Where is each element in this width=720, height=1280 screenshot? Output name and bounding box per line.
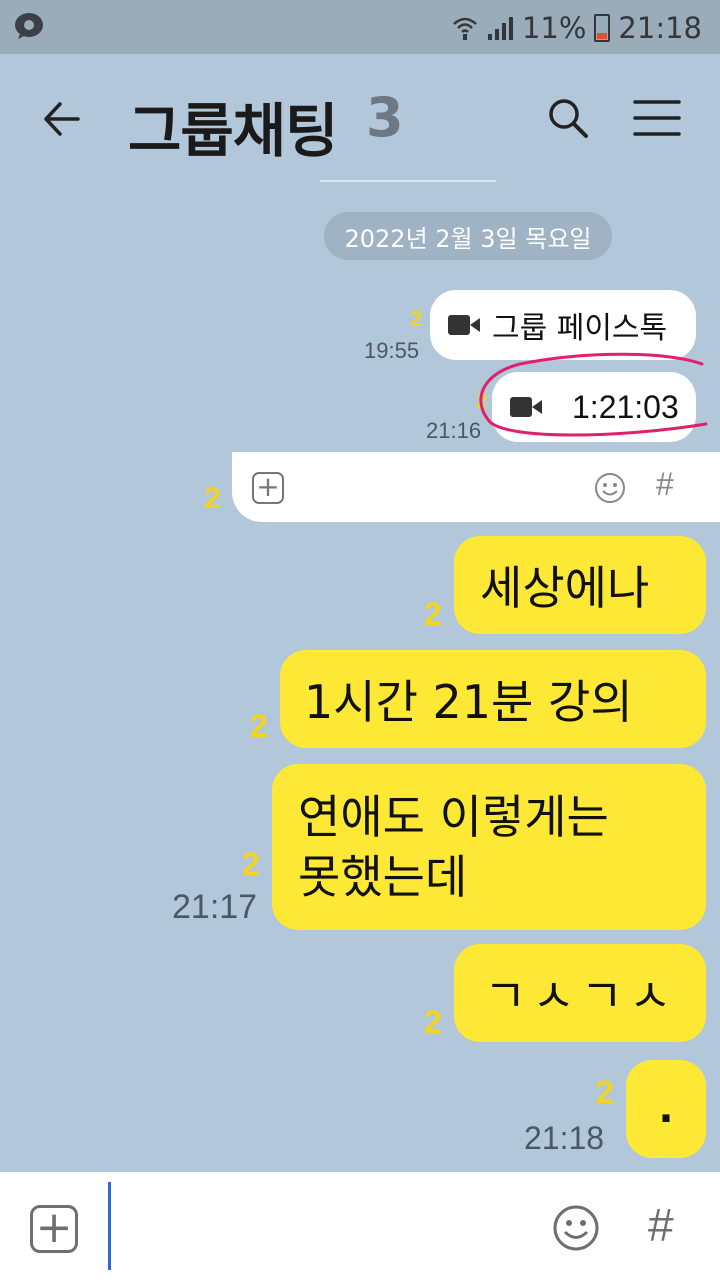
battery-icon — [594, 14, 611, 42]
message-bubble[interactable]: 1시간 21분 강의 — [280, 650, 706, 748]
member-count: 3 — [366, 86, 404, 149]
message-input-bar: + # — [0, 1172, 720, 1280]
red-circle-annotation — [479, 352, 708, 437]
message-text: ㄱㅅㄱㅅ — [484, 969, 678, 1023]
read-count: 2 — [242, 846, 260, 882]
status-time: 21:18 — [618, 11, 702, 45]
emoji-icon[interactable] — [552, 1204, 600, 1252]
message-text-line2: 못했는데 — [298, 850, 468, 904]
chat-title: 그룹채팅 — [128, 97, 338, 165]
message-text: 세상에나 — [480, 561, 650, 615]
wifi-icon — [453, 17, 477, 40]
message-text: 1시간 21분 강의 — [304, 675, 633, 729]
message-bubble[interactable]: ㄱㅅㄱㅅ — [454, 944, 706, 1042]
embedded-input-bubble: + # — [232, 452, 720, 522]
status-right: 11% 21:18 — [452, 10, 702, 46]
hash-icon: # — [656, 466, 674, 502]
message-input[interactable] — [108, 1182, 111, 1270]
status-bar: 11% 21:18 — [0, 0, 720, 54]
signal-icon — [487, 17, 513, 40]
chat-notification-icon — [15, 13, 43, 39]
message-time: 19:55 — [364, 338, 420, 363]
back-arrow-icon[interactable] — [38, 94, 88, 144]
read-count: 2 — [410, 306, 423, 331]
date-divider: 2022년 2월 3일 목요일 — [324, 212, 612, 260]
facetalk-bubble[interactable]: 그룹 페이스톡 — [430, 290, 696, 360]
read-count: 2 — [424, 1004, 442, 1040]
header-divider — [320, 180, 496, 182]
message-time: 21:17 — [172, 888, 258, 926]
chat-header: 그룹채팅 3 — [0, 54, 720, 180]
message-text-line1: 연애도 이렇게는 — [298, 790, 609, 844]
hash-icon[interactable]: # — [648, 1198, 674, 1252]
read-count: 2 — [424, 596, 442, 632]
emoji-icon — [595, 473, 625, 503]
menu-icon[interactable] — [632, 96, 682, 140]
facetalk-label: 그룹 페이스톡 — [492, 311, 668, 346]
read-count: 2 — [250, 708, 268, 744]
message-text: . — [658, 1086, 674, 1132]
message-bubble[interactable]: 연애도 이렇게는 못했는데 — [272, 764, 706, 930]
read-count: 2 — [204, 482, 221, 515]
message-bubble[interactable]: 세상에나 — [454, 536, 706, 634]
message-time: 21:18 — [524, 1120, 605, 1156]
search-icon[interactable] — [546, 96, 590, 140]
read-count: 2 — [596, 1074, 614, 1110]
battery-percent: 11% — [521, 11, 587, 45]
video-call-icon — [448, 315, 482, 335]
plus-icon: + — [252, 472, 284, 504]
plus-icon[interactable]: + — [30, 1205, 78, 1253]
message-bubble[interactable]: . — [626, 1060, 706, 1158]
